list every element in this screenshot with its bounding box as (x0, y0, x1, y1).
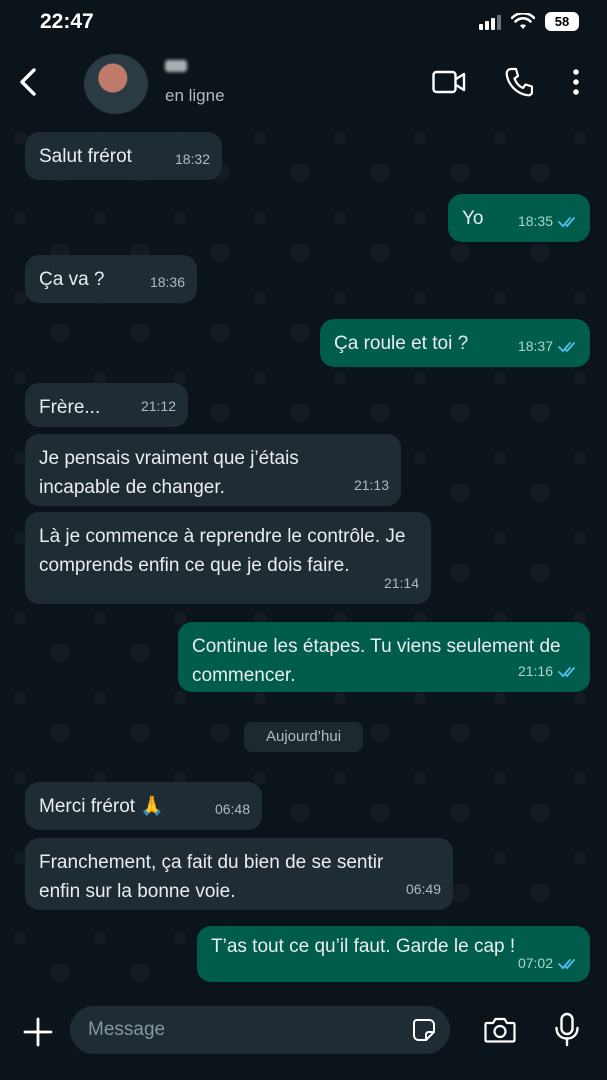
contact-name-blurred[interactable] (165, 60, 187, 72)
status-icons: 58 (479, 12, 579, 31)
message-incoming[interactable]: Franchement, ça fait du bien de se senti… (25, 838, 453, 910)
read-ticks-icon (558, 216, 575, 227)
message-time: 06:49 (405, 881, 441, 897)
message-incoming[interactable]: Merci frérot 🙏 06:48 (25, 782, 262, 830)
message-incoming[interactable]: Ça va ? 18:36 (25, 255, 197, 303)
message-outgoing[interactable]: Yo 18:35 (448, 194, 590, 242)
message-time: 06:48 (214, 801, 250, 817)
message-text: Là je commence à reprendre le contrôle. … (39, 526, 406, 576)
phone-icon[interactable] (505, 67, 533, 97)
avatar[interactable] (84, 54, 148, 114)
camera-icon[interactable] (484, 1016, 516, 1044)
message-outgoing[interactable]: T’as tout ce qu’il faut. Garde le cap ! … (197, 926, 590, 982)
message-time: 21:13 (353, 477, 389, 493)
message-time: 18:35 (517, 213, 553, 229)
message-time: 18:36 (149, 274, 185, 290)
message-time: 07:02 (517, 955, 553, 971)
video-call-icon[interactable] (432, 70, 466, 94)
read-ticks-icon (558, 341, 575, 352)
more-options-icon[interactable] (571, 68, 581, 96)
status-time: 22:47 (40, 10, 94, 33)
plus-icon[interactable] (22, 1016, 54, 1048)
message-time: 21:14 (383, 575, 419, 591)
message-incoming[interactable]: Je pensais vraiment que j’étais incapabl… (25, 434, 401, 506)
back-arrow-icon[interactable] (14, 64, 46, 100)
status-bar: 22:47 58 (0, 0, 607, 50)
wifi-icon (511, 12, 535, 29)
microphone-icon[interactable] (554, 1012, 580, 1048)
message-outgoing[interactable]: Ça roule et toi ? 18:37 (320, 319, 590, 367)
message-outgoing[interactable]: Continue les étapes. Tu viens seulement … (178, 622, 590, 692)
message-incoming[interactable]: Frère... 21:12 (25, 383, 188, 427)
message-input-container (70, 1006, 450, 1054)
message-incoming[interactable]: Là je commence à reprendre le contrôle. … (25, 512, 431, 604)
contact-status: en ligne (165, 86, 225, 105)
message-time: 18:32 (174, 151, 210, 167)
date-separator: Aujourd’hui (244, 722, 363, 752)
message-time: 21:12 (140, 398, 176, 414)
message-text: Franchement, ça fait du bien de se senti… (39, 852, 384, 902)
sticker-icon[interactable] (412, 1018, 436, 1042)
message-time: 21:16 (517, 663, 553, 679)
read-ticks-icon (558, 666, 575, 677)
composer-bar (0, 998, 607, 1080)
message-text: Je pensais vraiment que j’étais incapabl… (39, 448, 299, 498)
message-input[interactable] (88, 1006, 388, 1054)
chat-header: en ligne (0, 50, 607, 118)
message-incoming[interactable]: Salut frérot 18:32 (25, 132, 222, 180)
message-time: 18:37 (517, 338, 553, 354)
read-ticks-icon (558, 958, 575, 969)
signal-icon (479, 14, 501, 30)
battery-indicator: 58 (545, 12, 579, 31)
